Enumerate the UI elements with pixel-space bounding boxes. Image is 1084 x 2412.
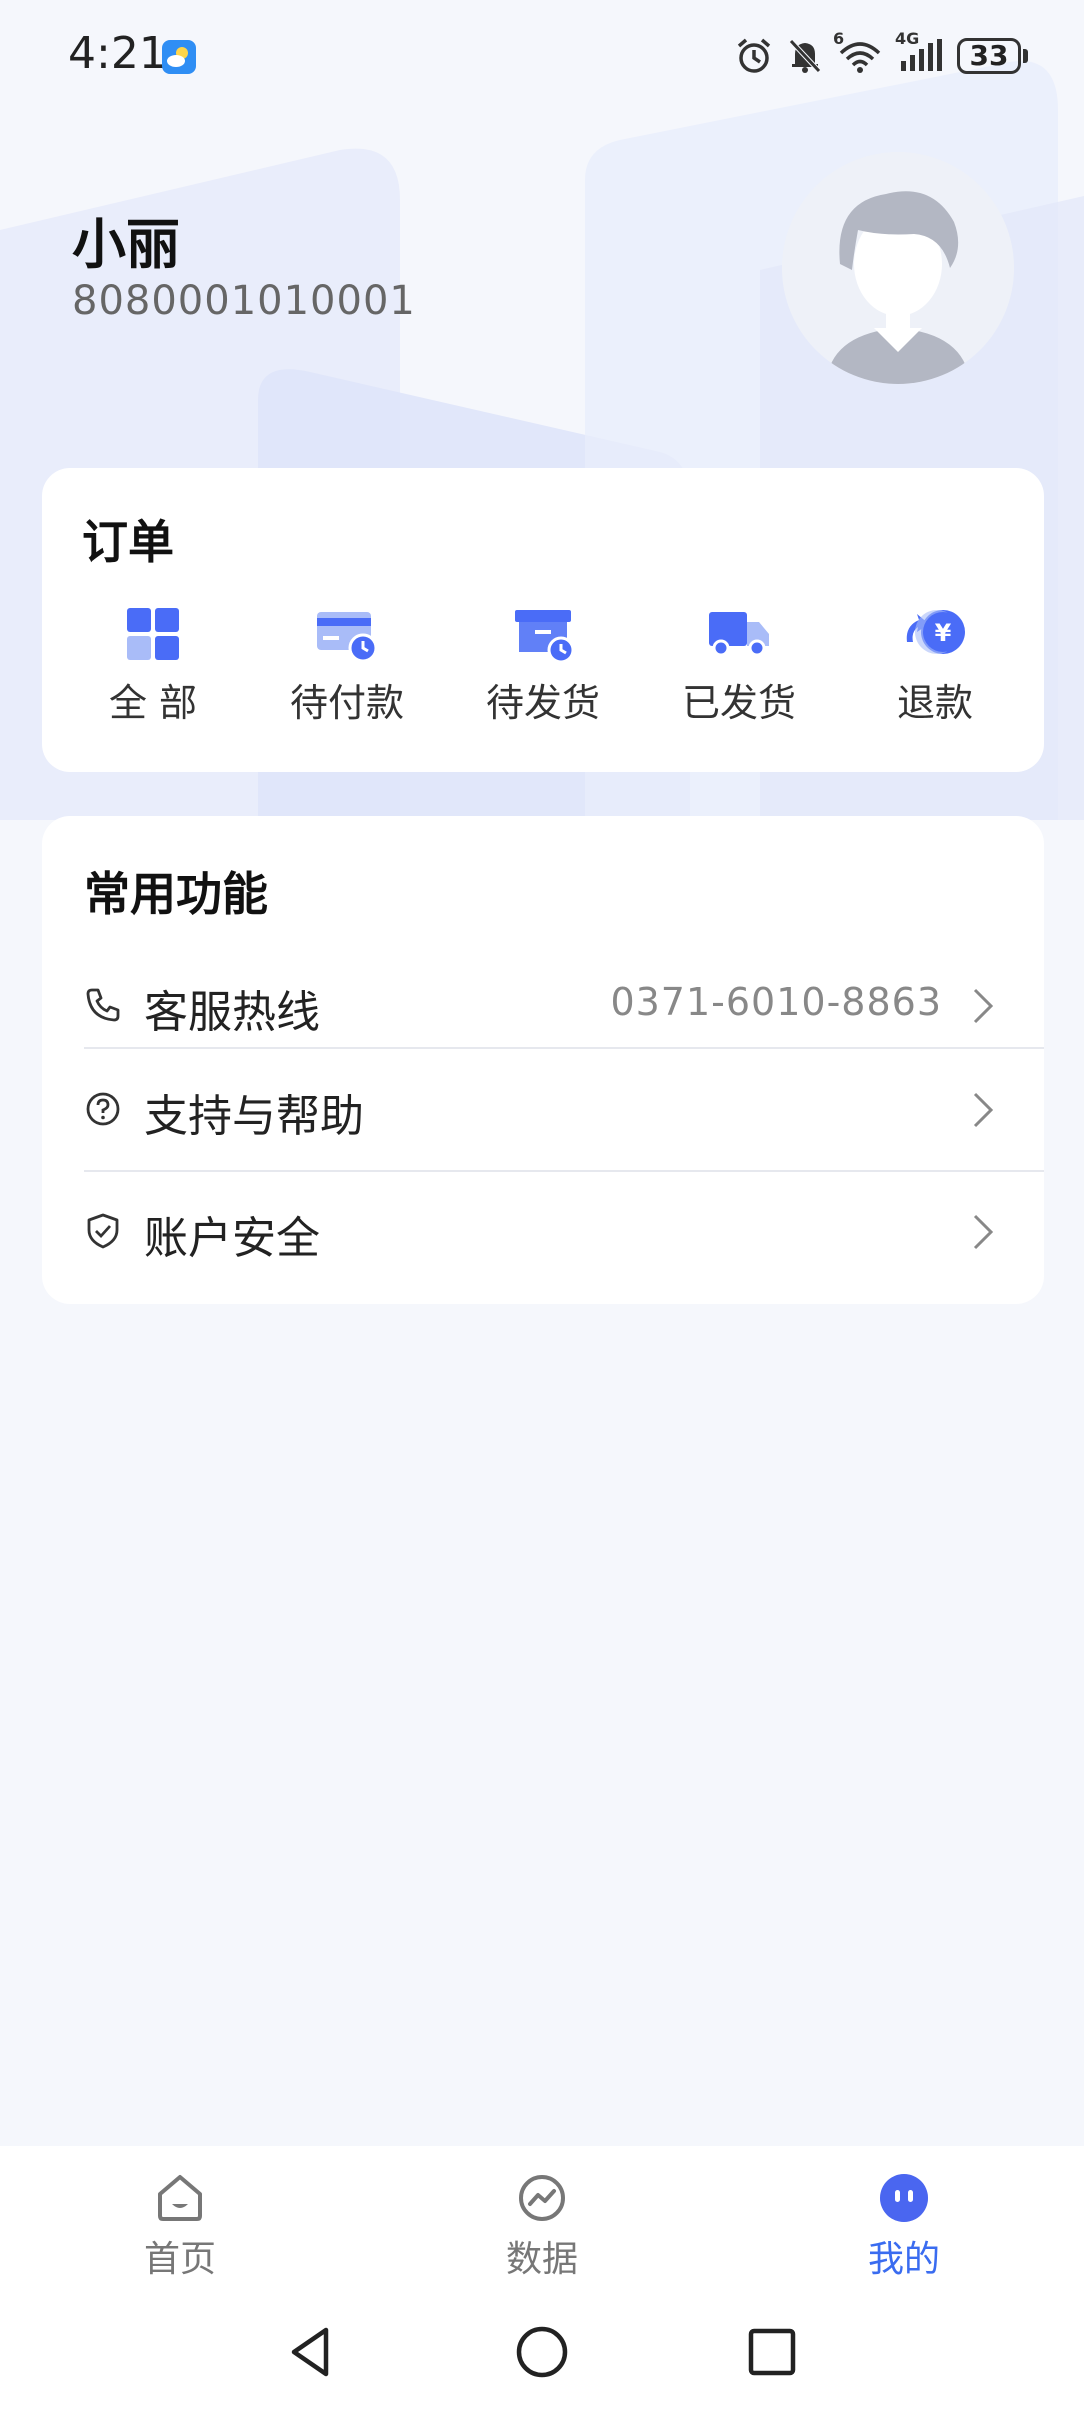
customer-hotline-label: 客服热线: [144, 987, 320, 1038]
wifi-icon: 6: [833, 29, 883, 75]
refund-yen-icon: ¥: [903, 602, 967, 666]
functions-card: 常用功能 客服热线 0371-6010-8863 支持与帮助 账户安全: [42, 816, 1044, 1304]
order-pending-payment-label: 待付款: [289, 681, 404, 725]
bottom-tab-bar: 首页 数据 我的: [0, 2146, 1084, 2296]
home-button[interactable]: [512, 2322, 572, 2382]
customer-hotline-number: 0371-6010-8863: [610, 980, 942, 1024]
profile-name: 小丽: [72, 213, 180, 276]
home-circle-icon: [516, 2326, 568, 2378]
chevron-right-icon: [970, 1090, 996, 1130]
orders-title: 订单: [82, 515, 174, 569]
system-nav-bar: [0, 2296, 1084, 2412]
order-shipped-button[interactable]: 已发货: [664, 602, 814, 752]
profile-face-icon: [878, 2172, 930, 2224]
tab-mine-label: 我的: [867, 2239, 940, 2280]
functions-title: 常用功能: [84, 867, 268, 921]
status-icons: 6 4G 33: [735, 29, 1028, 78]
support-help-label: 支持与帮助: [144, 1091, 364, 1142]
battery-level: 33: [957, 38, 1021, 74]
order-refund-label: 退款: [896, 681, 973, 725]
tab-mine[interactable]: 我的: [804, 2172, 1004, 2282]
home-icon: [154, 2172, 206, 2224]
avatar[interactable]: [782, 152, 1014, 384]
bell-mute-icon: [787, 37, 823, 75]
shield-icon: [84, 1212, 122, 1250]
orders-card: 订单 全 部 待付款 待发货 已发货 ¥ 退款: [42, 468, 1044, 772]
account-security-row[interactable]: 账户安全: [84, 1170, 1004, 1292]
chevron-right-icon: [970, 1212, 996, 1252]
tab-data-label: 数据: [505, 2239, 578, 2280]
alarm-icon: [735, 37, 773, 75]
profile-id: 8080001010001: [72, 278, 416, 324]
order-all-label: 全 部: [108, 681, 198, 725]
weather-icon: [162, 40, 196, 74]
status-bar: 4:21 6 4G 33: [0, 0, 1084, 112]
tab-home-label: 首页: [143, 2239, 216, 2280]
order-refund-button[interactable]: ¥ 退款: [860, 602, 1010, 752]
help-icon: [84, 1090, 122, 1128]
order-pending-shipment-button[interactable]: 待发货: [468, 602, 618, 752]
box-clock-icon: [511, 602, 575, 666]
chevron-right-icon: [970, 986, 996, 1026]
account-security-label: 账户安全: [144, 1213, 320, 1264]
truck-icon: [707, 602, 771, 666]
order-pending-payment-button[interactable]: 待付款: [272, 602, 422, 752]
grid-icon: [121, 602, 185, 666]
status-time: 4:21: [68, 28, 167, 79]
svg-text:¥: ¥: [935, 619, 952, 647]
back-button[interactable]: [282, 2322, 342, 2382]
order-pending-shipment-label: 待发货: [485, 681, 600, 725]
chart-icon: [516, 2172, 568, 2224]
tab-data[interactable]: 数据: [442, 2172, 642, 2282]
wifi-badge: 6: [833, 29, 845, 48]
battery-icon: 33: [957, 38, 1028, 74]
network-type: 4G: [895, 29, 920, 48]
order-all-button[interactable]: 全 部: [78, 602, 228, 752]
recents-square-icon: [748, 2328, 796, 2376]
order-shipped-label: 已发货: [681, 681, 796, 725]
card-clock-icon: [315, 602, 379, 666]
recents-button[interactable]: [742, 2322, 802, 2382]
signal-icon: 4G: [895, 29, 943, 75]
phone-icon: [84, 986, 122, 1024]
support-help-row[interactable]: 支持与帮助: [84, 1048, 1004, 1170]
back-triangle-icon: [291, 2327, 329, 2377]
tab-home[interactable]: 首页: [80, 2172, 280, 2282]
